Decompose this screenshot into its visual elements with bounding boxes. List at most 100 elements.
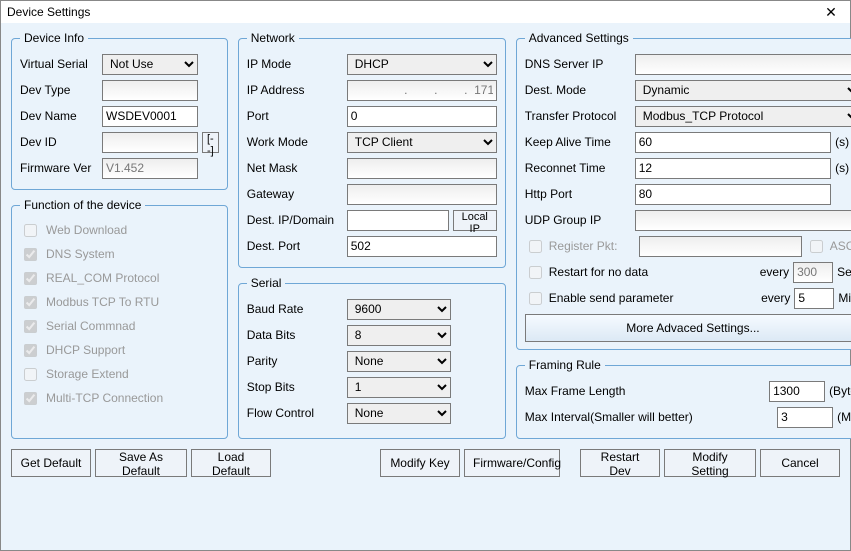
framing-legend: Framing Rule xyxy=(525,358,605,372)
window-title: Device Settings xyxy=(7,5,818,19)
gateway-field xyxy=(347,184,497,205)
http-port-field[interactable] xyxy=(635,184,831,205)
function-checkbox[interactable] xyxy=(24,368,37,381)
function-checkbox[interactable] xyxy=(24,224,37,237)
data-bits-label: Data Bits xyxy=(247,328,343,342)
net-mask-field xyxy=(347,158,497,179)
max-interval-field[interactable] xyxy=(777,407,833,428)
dest-ip-label: Dest. IP/Domain xyxy=(247,213,343,227)
function-label: DNS System xyxy=(46,247,115,261)
function-item: DHCP Support xyxy=(20,338,219,362)
dest-port-label: Dest. Port xyxy=(247,239,343,253)
register-pkt-label: Register Pkt: xyxy=(549,239,635,253)
stop-bits-select[interactable]: 1 xyxy=(347,377,451,398)
dev-id-button[interactable]: [--] xyxy=(202,132,219,153)
register-pkt-field xyxy=(639,236,802,257)
reconnect-field[interactable] xyxy=(635,158,831,179)
function-checkbox[interactable] xyxy=(24,320,37,333)
http-port-label: Http Port xyxy=(525,187,631,201)
parity-select[interactable]: None xyxy=(347,351,451,372)
framing-group: Framing Rule Max Frame Length (Byte) Max… xyxy=(516,358,851,439)
serial-group: Serial Baud Rate 9600 Data Bits 8 Parity… xyxy=(238,276,506,439)
dest-mode-select[interactable]: Dynamic xyxy=(635,80,851,101)
work-mode-label: Work Mode xyxy=(247,135,343,149)
send-param-interval-field[interactable] xyxy=(794,288,834,309)
flow-control-label: Flow Control xyxy=(247,406,343,420)
baud-rate-select[interactable]: 9600 xyxy=(347,299,451,320)
device-info-group: Device Info Virtual Serial Not Use Dev T… xyxy=(11,31,228,190)
dest-mode-label: Dest. Mode xyxy=(525,83,631,97)
virtual-serial-select[interactable]: Not Use xyxy=(102,54,198,75)
function-checkbox[interactable] xyxy=(24,296,37,309)
send-param-every-label: every xyxy=(761,291,790,305)
function-item: REAL_COM Protocol xyxy=(20,266,219,290)
function-item: Web Download xyxy=(20,218,219,242)
function-checkbox[interactable] xyxy=(24,272,37,285)
restart-every-label: every xyxy=(760,265,789,279)
dest-ip-field[interactable] xyxy=(347,210,449,231)
dns-ip-field xyxy=(635,54,851,75)
keep-alive-field[interactable] xyxy=(635,132,831,153)
dns-ip-label: DNS Server IP xyxy=(525,57,631,71)
virtual-serial-label: Virtual Serial xyxy=(20,57,98,71)
more-advanced-button[interactable]: More Advaced Settings... xyxy=(525,314,851,342)
max-frame-unit: (Byte) xyxy=(829,384,851,398)
functions-legend: Function of the device xyxy=(20,198,145,212)
send-param-checkbox[interactable] xyxy=(529,292,542,305)
function-item: Storage Extend xyxy=(20,362,219,386)
parity-label: Parity xyxy=(247,354,343,368)
restart-dev-button[interactable]: Restart Dev xyxy=(580,449,660,477)
ip-mode-select[interactable]: DHCP xyxy=(347,54,497,75)
max-frame-field[interactable] xyxy=(769,381,825,402)
function-label: Modbus TCP To RTU xyxy=(46,295,159,309)
function-item: DNS System xyxy=(20,242,219,266)
stop-bits-label: Stop Bits xyxy=(247,380,343,394)
save-as-default-button[interactable]: Save As Default xyxy=(95,449,187,477)
cancel-button[interactable]: Cancel xyxy=(760,449,840,477)
get-default-button[interactable]: Get Default xyxy=(11,449,91,477)
dev-name-field[interactable] xyxy=(102,106,198,127)
local-ip-button[interactable]: Local IP xyxy=(453,210,497,231)
register-pkt-checkbox[interactable] xyxy=(529,240,542,253)
function-label: Serial Commnad xyxy=(46,319,135,333)
device-settings-dialog: Device Settings ✕ Device Info Virtual Se… xyxy=(0,0,851,551)
max-frame-label: Max Frame Length xyxy=(525,384,765,398)
function-label: Web Download xyxy=(46,223,127,237)
function-checkbox[interactable] xyxy=(24,248,37,261)
function-item: Serial Commnad xyxy=(20,314,219,338)
dev-id-label: Dev ID xyxy=(20,135,98,149)
data-bits-select[interactable]: 8 xyxy=(347,325,451,346)
flow-control-select[interactable]: None xyxy=(347,403,451,424)
ascii-checkbox[interactable] xyxy=(810,240,823,253)
udp-group-field xyxy=(635,210,851,231)
transfer-protocol-select[interactable]: Modbus_TCP Protocol xyxy=(635,106,851,127)
network-legend: Network xyxy=(247,31,299,45)
ip-address-label: IP Address xyxy=(247,83,343,97)
function-checkbox[interactable] xyxy=(24,392,37,405)
ascii-label: ASCII xyxy=(830,239,851,253)
reconnect-unit: (s) xyxy=(835,161,851,175)
modify-setting-button[interactable]: Modify Setting xyxy=(664,449,756,477)
restart-nodata-label: Restart for no data xyxy=(549,265,756,279)
serial-legend: Serial xyxy=(247,276,286,290)
gateway-label: Gateway xyxy=(247,187,343,201)
close-icon[interactable]: ✕ xyxy=(818,4,844,21)
work-mode-select[interactable]: TCP Client xyxy=(347,132,497,153)
restart-interval-field xyxy=(793,262,833,283)
restart-nodata-checkbox[interactable] xyxy=(529,266,542,279)
port-field[interactable] xyxy=(347,106,497,127)
dest-port-field[interactable] xyxy=(347,236,497,257)
net-mask-label: Net Mask xyxy=(247,161,343,175)
dev-type-field xyxy=(102,80,198,101)
reconnect-label: Reconnet Time xyxy=(525,161,631,175)
baud-rate-label: Baud Rate xyxy=(247,302,343,316)
firmware-config-button[interactable]: Firmware/Config xyxy=(464,449,560,477)
transfer-protocol-label: Transfer Protocol xyxy=(525,109,631,123)
functions-group: Function of the device Web Download DNS S… xyxy=(11,198,228,439)
function-checkbox[interactable] xyxy=(24,344,37,357)
ip-mode-label: IP Mode xyxy=(247,57,343,71)
port-label: Port xyxy=(247,109,343,123)
network-group: Network IP Mode DHCP IP Address Port xyxy=(238,31,506,268)
load-default-button[interactable]: Load Default xyxy=(191,449,271,477)
modify-key-button[interactable]: Modify Key xyxy=(380,449,460,477)
